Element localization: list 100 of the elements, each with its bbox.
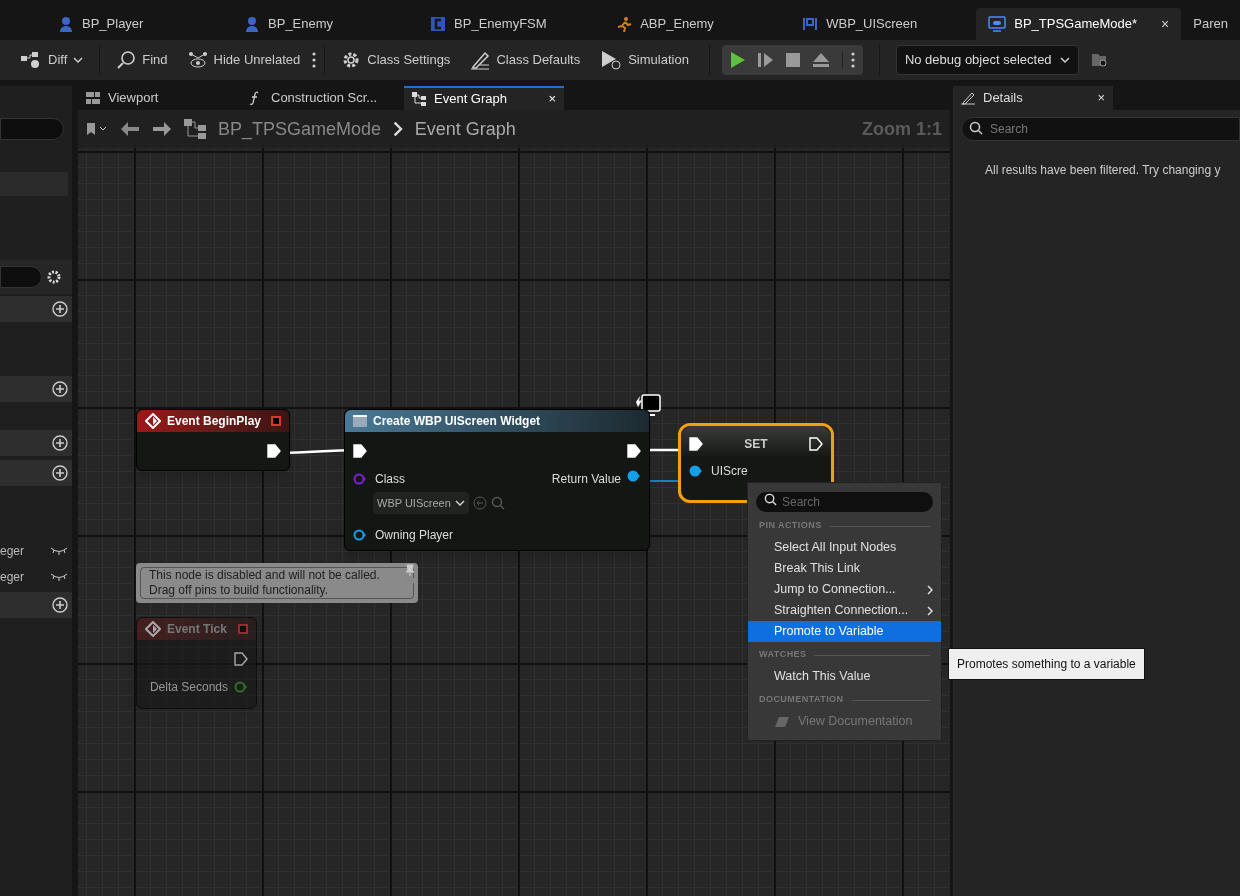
section-header[interactable]: [0, 460, 72, 486]
section-header[interactable]: [0, 376, 72, 402]
exec-pin-icon: [353, 444, 367, 458]
section-heading: WATCHES: [759, 648, 807, 662]
section-header[interactable]: [0, 430, 72, 456]
menu-item[interactable]: Select All Input Nodes: [748, 537, 941, 558]
closed-eye-icon[interactable]: [50, 573, 68, 581]
editor-tab[interactable]: Event Graph ×: [404, 86, 564, 110]
function-node[interactable]: Create WBP UIScreen Widget Class WBP UIScreen Return Value Owning Player: [344, 409, 650, 551]
float-pin-icon: [234, 681, 248, 693]
add-icon[interactable]: [52, 381, 68, 397]
details-tab[interactable]: Details ×: [953, 86, 1113, 110]
play-icon[interactable]: [729, 51, 746, 69]
breadcrumb-graph: Event Graph: [414, 117, 516, 141]
filter-message: All results have been filtered. Try changing y: [984, 162, 1222, 179]
pencil-lines-icon: [961, 91, 975, 105]
object-pin-icon: [627, 470, 641, 482]
forward-arrow-icon[interactable]: [152, 121, 172, 137]
section-header[interactable]: [0, 592, 72, 618]
closed-eye-icon[interactable]: [50, 547, 68, 555]
running-figure-icon: [616, 16, 633, 32]
exec-pin-icon: [627, 444, 641, 458]
diff-icon: [20, 51, 42, 69]
folder-search-icon[interactable]: [1090, 51, 1109, 69]
graph-icon: [412, 92, 426, 106]
variable-type: eger: [0, 569, 25, 586]
toolbar-button[interactable]: Class Defaults: [462, 45, 589, 75]
search-icon: [116, 50, 137, 70]
toolbar-button[interactable]: Class Settings: [333, 45, 459, 75]
search-field[interactable]: Search: [756, 492, 933, 512]
node-title: Event BeginPlay: [167, 413, 262, 430]
close-icon[interactable]: ×: [548, 89, 556, 109]
menu-item[interactable]: Break This Link: [748, 558, 941, 579]
document-tab[interactable]: Paren: [1181, 8, 1240, 40]
person-icon: [58, 16, 74, 32]
add-icon[interactable]: [52, 597, 68, 613]
pin-label: Return Value: [551, 471, 621, 488]
settings-icon[interactable]: [46, 269, 62, 285]
event-diamond-icon: [145, 621, 161, 637]
function-icon: [249, 91, 259, 105]
search-field[interactable]: [0, 266, 42, 288]
breadcrumb-blueprint[interactable]: BP_TPSGameMode: [218, 115, 382, 143]
viewport-icon: [86, 92, 100, 104]
document-tab[interactable]: BP_TPSGameMode* ×: [976, 8, 1182, 40]
node-title: SET: [744, 436, 768, 453]
tooltip: Promotes something to a variable: [948, 648, 1145, 680]
pin-label: Owning Player: [375, 527, 454, 544]
document-tab[interactable]: WBP_UIScreen: [790, 8, 977, 40]
document-tab[interactable]: BP_Player: [46, 8, 233, 40]
section-header[interactable]: [0, 296, 72, 322]
class-dropdown[interactable]: WBP UIScreen: [373, 492, 469, 514]
pencil-lines-icon: [470, 50, 491, 70]
back-arrow-icon[interactable]: [120, 121, 140, 137]
eye-nodes-icon: [187, 51, 208, 69]
menu-item[interactable]: Watch This Value: [748, 666, 941, 687]
editor-tab[interactable]: Construction Scr...: [241, 86, 404, 110]
menu-item[interactable]: Straighten Connection...: [748, 600, 941, 621]
monitor-gamepad-icon: [988, 16, 1007, 32]
person-icon: [244, 16, 261, 32]
bookmark-icon[interactable]: [86, 122, 108, 136]
search-field[interactable]: [0, 118, 64, 140]
class-icon: [430, 16, 447, 32]
close-icon[interactable]: ×: [1097, 88, 1105, 108]
add-icon[interactable]: [52, 465, 68, 481]
menu-item[interactable]: Jump to Connection...: [748, 579, 941, 600]
menu-item[interactable]: Promote to Variable: [748, 621, 941, 642]
node-title: Create WBP UIScreen Widget: [373, 413, 541, 430]
object-pin-icon: [353, 529, 367, 541]
toolbar-button[interactable]: Hide Unrelated: [179, 45, 309, 75]
toolbar-button[interactable]: Find: [108, 45, 176, 75]
event-node[interactable]: Event BeginPlay: [136, 409, 290, 471]
toolbar-button[interactable]: Simulation: [592, 45, 697, 75]
add-icon[interactable]: [52, 435, 68, 451]
add-icon[interactable]: [52, 301, 68, 317]
search-icon: [969, 121, 983, 135]
delegate-pin-icon: [271, 416, 281, 426]
graph-icon: [184, 119, 206, 139]
eject-icon[interactable]: [811, 52, 830, 68]
document-tab[interactable]: BP_EnemyFSM: [418, 8, 605, 40]
caret-icon: [73, 57, 84, 63]
exec-pin-icon: [234, 652, 248, 666]
debug-object-dropdown[interactable]: No debug object selected: [895, 45, 1079, 75]
toolbar-button[interactable]: Diff: [12, 45, 92, 75]
search-icon[interactable]: [490, 496, 505, 510]
pin-label: Class: [375, 471, 405, 488]
event-diamond-icon: [145, 413, 161, 429]
stop-icon[interactable]: [785, 53, 800, 67]
more-icon[interactable]: [850, 52, 855, 68]
document-tab[interactable]: BP_Enemy: [232, 8, 419, 40]
step-icon[interactable]: [757, 52, 774, 68]
widget-node-icon: [353, 415, 367, 427]
zoom-level: Zoom 1:1: [862, 117, 942, 141]
caret-icon: [454, 500, 465, 506]
close-icon[interactable]: ×: [1161, 13, 1170, 35]
search-field[interactable]: Search: [961, 117, 1240, 141]
exec-pin-icon: [267, 444, 281, 458]
editor-tab[interactable]: Viewport: [78, 86, 241, 110]
more-icon[interactable]: [312, 52, 317, 68]
widget-icon: [802, 16, 819, 32]
document-tab[interactable]: ABP_Enemy: [604, 8, 791, 40]
